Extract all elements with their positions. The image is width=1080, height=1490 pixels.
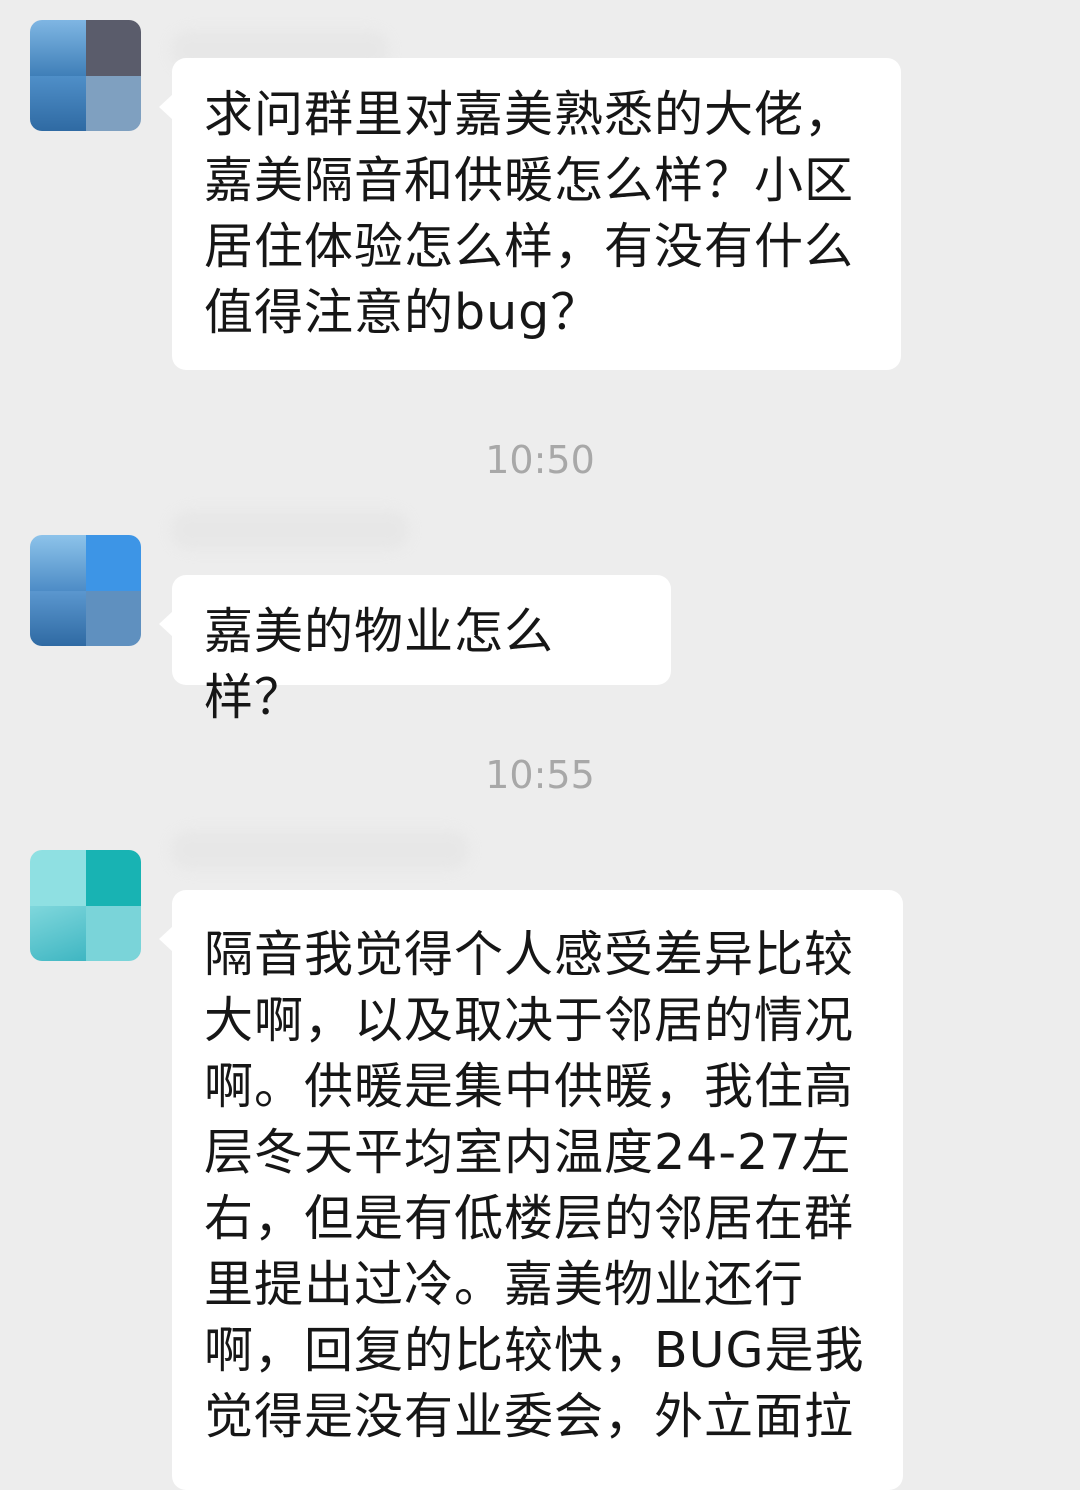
avatar[interactable] [30,20,141,131]
message-text: 隔音我觉得个人感受差异比较大啊，以及取决于邻居的情况啊。供暖是集中供暖，我住高层… [204,926,865,1445]
avatar[interactable] [30,850,141,961]
message-text: 嘉美的物业怎么样？ [204,603,555,726]
message-row: 隔音我觉得个人感受差异比较大啊，以及取决于邻居的情况啊。供暖是集中供暖，我住高层… [0,820,1080,1490]
timestamp: 10:55 [485,753,595,797]
message-row: 嘉美的物业怎么样？ [0,500,1080,726]
sender-name-blurred [170,830,470,870]
timestamp: 10:50 [485,438,595,482]
message-text: 求问群里对嘉美熟悉的大佬，嘉美隔音和供暖怎么样？小区居住体验怎么样，有没有什么值… [204,86,855,341]
message-row: 求问群里对嘉美熟悉的大佬，嘉美隔音和供暖怎么样？小区居住体验怎么样，有没有什么值… [0,0,1080,400]
chat-area[interactable]: 求问群里对嘉美熟悉的大佬，嘉美隔音和供暖怎么样？小区居住体验怎么样，有没有什么值… [0,0,1080,1490]
message-bubble[interactable]: 求问群里对嘉美熟悉的大佬，嘉美隔音和供暖怎么样？小区居住体验怎么样，有没有什么值… [159,58,901,370]
message-bubble[interactable]: 嘉美的物业怎么样？ [159,575,671,726]
sender-name-blurred [170,510,410,550]
message-bubble[interactable]: 隔音我觉得个人感受差异比较大啊，以及取决于邻居的情况啊。供暖是集中供暖，我住高层… [159,890,903,1490]
avatar[interactable] [30,535,141,646]
